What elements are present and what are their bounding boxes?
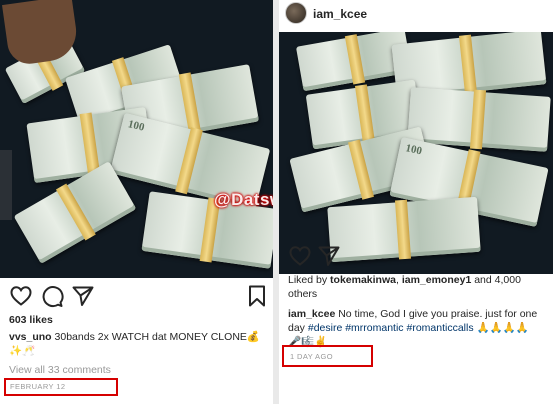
avatar[interactable] <box>285 2 307 24</box>
comment-icon[interactable] <box>40 284 64 308</box>
highlight-box-date <box>4 378 118 396</box>
right-post: iam_kcee 100 Liked by tokemakinwa, iam_e… <box>279 0 553 404</box>
liked-by-suffix-2[interactable]: others <box>288 288 317 300</box>
action-bar <box>0 284 273 312</box>
heart-icon[interactable] <box>288 244 312 268</box>
liked-by-user-2[interactable]: iam_emoney1 <box>402 274 471 286</box>
banknote-denomination: 100 <box>126 118 146 134</box>
left-post: 100 @Datswasup 603 likes vvs_uno 30bands… <box>0 0 273 404</box>
share-icon[interactable] <box>71 284 95 308</box>
caption: iam_kcee No time, God I give you praise.… <box>288 307 550 349</box>
liked-by-separator: , <box>395 274 399 286</box>
heart-icon[interactable] <box>9 284 33 308</box>
liked-by-user-1[interactable]: tokemakinwa <box>330 274 396 286</box>
post-photo-money-stacks[interactable]: 100 @Datswasup <box>0 0 273 278</box>
highlight-box-date <box>282 345 373 367</box>
banknote-denomination: 100 <box>404 142 424 158</box>
liked-by: Liked by tokemakinwa, iam_emoney1 and 4,… <box>288 273 550 301</box>
photo-watermark: @Datswasup <box>214 190 273 209</box>
caption-emoji: 💰 <box>246 331 260 343</box>
caption-emoji-end: 🙏🙏🙏🙏 <box>476 322 529 334</box>
view-comments-link[interactable]: View all 33 comments <box>9 363 111 377</box>
share-icon[interactable] <box>317 244 341 268</box>
likes-count[interactable]: 603 likes <box>9 313 53 327</box>
caption: vvs_uno 30bands 2x WATCH dat MONEY CLONE… <box>9 330 271 358</box>
bookmark-icon[interactable] <box>245 284 269 308</box>
caption-username[interactable]: vvs_uno <box>9 331 52 343</box>
post-photo-money-stacks[interactable]: 100 <box>279 32 553 274</box>
caption-hashtags[interactable]: #desire #mrromantic #romanticcalls <box>308 322 474 334</box>
post-header-username[interactable]: iam_kcee <box>313 7 367 21</box>
caption-username[interactable]: iam_kcee <box>288 308 335 320</box>
action-bar <box>279 244 553 272</box>
caption-text: 30bands 2x WATCH dat MONEY CLONE <box>54 331 247 343</box>
caption-emoji-line2: ✨🥂 <box>9 345 36 357</box>
liked-by-suffix[interactable]: and 4,000 <box>474 274 521 286</box>
liked-by-prefix: Liked by <box>288 274 328 286</box>
